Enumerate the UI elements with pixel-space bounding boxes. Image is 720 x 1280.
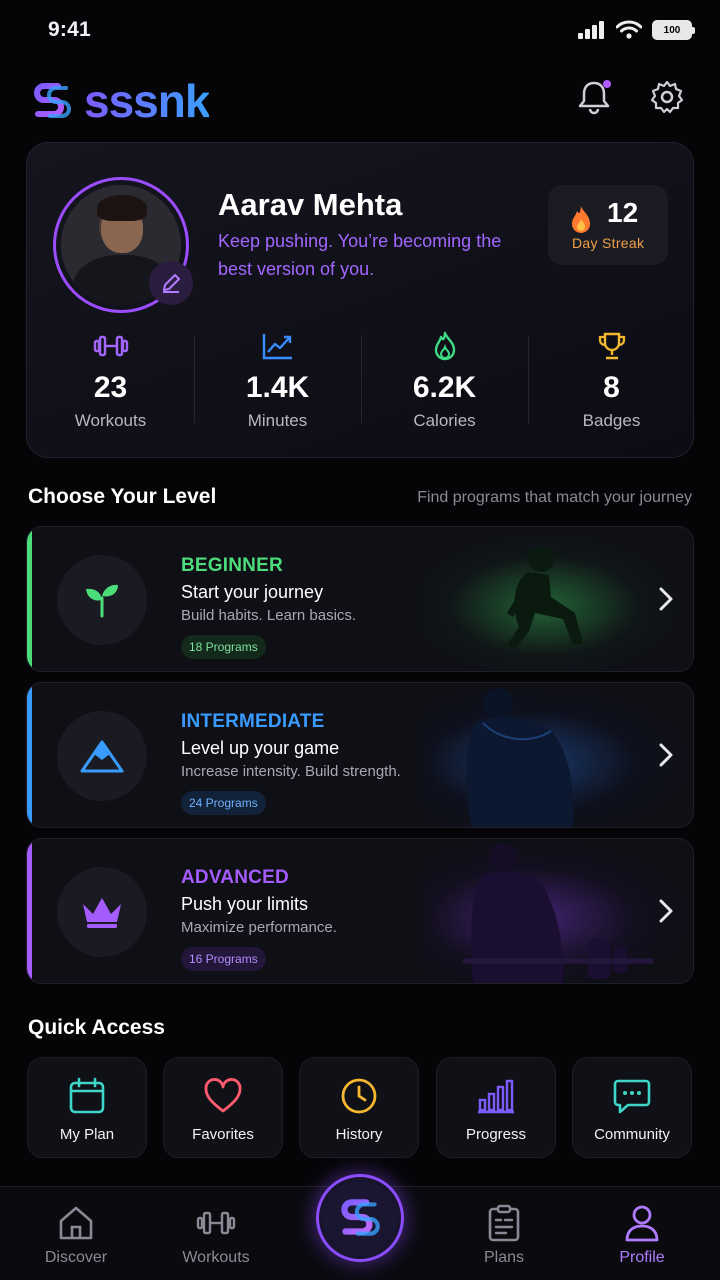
nav-item-workouts[interactable]: Workouts bbox=[156, 1187, 276, 1280]
flame-icon bbox=[572, 206, 590, 233]
stat-value: 6.2K bbox=[412, 371, 477, 404]
nav-label: Discover bbox=[44, 1249, 108, 1266]
battery-indicator: 100 bbox=[652, 20, 695, 40]
logo-text: sssnk bbox=[84, 75, 210, 127]
quick-access-label: Community bbox=[594, 1126, 670, 1143]
status-bar: 9:41 100 bbox=[0, 0, 720, 62]
nav-item-profile[interactable]: Profile bbox=[582, 1187, 702, 1280]
heart-icon bbox=[204, 1078, 242, 1113]
level-description: Maximize performance. bbox=[181, 919, 337, 936]
status-time: 9:41 bbox=[48, 18, 91, 41]
program-count-badge: 18 Programs bbox=[181, 635, 266, 659]
pencil-icon bbox=[163, 274, 180, 293]
athlete-silhouette bbox=[463, 843, 653, 983]
flame-icon bbox=[434, 331, 455, 361]
settings-button[interactable] bbox=[646, 76, 688, 118]
chat-icon bbox=[613, 1079, 651, 1114]
nav-label: Profile bbox=[619, 1249, 665, 1266]
quick-access-community[interactable]: Community bbox=[572, 1057, 692, 1158]
trophy-icon bbox=[598, 332, 625, 360]
profile-card: Aarav Mehta Keep pushing. You’re becomin… bbox=[26, 142, 694, 458]
mountain-icon bbox=[80, 740, 124, 773]
athlete-silhouette bbox=[507, 546, 583, 649]
sprout-icon bbox=[86, 584, 118, 618]
level-title: BEGINNER bbox=[181, 555, 283, 576]
stat-label: Badges bbox=[582, 411, 641, 430]
quick-access-my-plan[interactable]: My Plan bbox=[27, 1057, 147, 1158]
stat-label: Minutes bbox=[247, 411, 308, 430]
quick-access-label: Favorites bbox=[192, 1126, 254, 1143]
home-icon bbox=[59, 1206, 93, 1240]
stat-value: 23 bbox=[93, 371, 128, 404]
stat-badges: 8 Badges bbox=[528, 321, 695, 441]
streak-label: Day Streak bbox=[572, 235, 645, 251]
notification-dot bbox=[603, 80, 611, 88]
quick-access-title: Quick Access bbox=[28, 1016, 165, 1039]
clipboard-icon bbox=[488, 1204, 520, 1242]
stat-label: Calories bbox=[413, 411, 476, 430]
level-subtitle: Level up your game bbox=[181, 738, 340, 758]
quick-access-favorites[interactable]: Favorites bbox=[163, 1057, 283, 1158]
level-subtitle: Start your journey bbox=[181, 582, 324, 602]
center-action-button[interactable] bbox=[316, 1174, 404, 1262]
athlete-silhouette bbox=[466, 688, 574, 827]
level-description: Build habits. Learn basics. bbox=[181, 607, 357, 624]
stat-label: Workouts bbox=[74, 411, 147, 430]
stat-calories: 6.2K Calories bbox=[361, 321, 528, 441]
profile-name: Aarav Mehta bbox=[218, 187, 403, 222]
logo-mark-icon bbox=[34, 83, 71, 118]
level-icon-wrap bbox=[57, 711, 147, 801]
level-card-intermediate[interactable]: INTERMEDIATE Level up your game Increase… bbox=[26, 682, 694, 828]
user-icon bbox=[625, 1205, 659, 1242]
edit-avatar-button[interactable] bbox=[149, 261, 193, 305]
trend-chart-icon bbox=[262, 334, 292, 360]
nav-label: Workouts bbox=[182, 1249, 250, 1266]
status-icons: 100 bbox=[578, 20, 695, 40]
level-icon-wrap bbox=[57, 867, 147, 957]
streak-value: 12 bbox=[607, 197, 639, 228]
dumbbell-icon bbox=[196, 1211, 236, 1235]
nav-item-plans[interactable]: Plans bbox=[444, 1187, 564, 1280]
profile-subtitle: Keep pushing. You’re becoming the best v… bbox=[218, 231, 502, 279]
stat-minutes: 1.4K Minutes bbox=[194, 321, 361, 441]
wifi-icon bbox=[616, 20, 642, 39]
quick-access-label: My Plan bbox=[59, 1126, 115, 1143]
stat-workouts: 23 Workouts bbox=[27, 321, 194, 441]
gear-icon bbox=[650, 80, 684, 114]
level-card-advanced[interactable]: ADVANCED Push your limits Maximize perfo… bbox=[26, 838, 694, 984]
quick-access-history[interactable]: History bbox=[299, 1057, 419, 1158]
level-card-beginner[interactable]: BEGINNER Start your journey Build habits… bbox=[26, 526, 694, 672]
quick-access-label: History bbox=[335, 1126, 383, 1143]
quick-access-progress[interactable]: Progress bbox=[436, 1057, 556, 1158]
logo-mark-icon bbox=[341, 1199, 380, 1236]
level-subtitle: Push your limits bbox=[181, 894, 309, 914]
calendar-icon bbox=[69, 1077, 105, 1114]
crown-icon bbox=[83, 898, 121, 928]
chevron-right-icon bbox=[659, 743, 673, 767]
app-logo: sssnk bbox=[28, 74, 210, 128]
stat-value: 8 bbox=[603, 371, 620, 404]
stats-row: 23 Workouts 1.4K Minutes 6.2K Calories 8… bbox=[27, 321, 695, 441]
levels-section-title: Choose Your Level bbox=[28, 485, 217, 508]
nav-item-discover[interactable]: Discover bbox=[16, 1187, 136, 1280]
chevron-right-icon bbox=[659, 587, 673, 611]
bar-chart-icon bbox=[478, 1079, 514, 1114]
program-count-badge: 16 Programs bbox=[181, 947, 266, 971]
streak-badge: 12 Day Streak bbox=[548, 185, 668, 265]
levels-section-hint: Find programs that match your journey bbox=[417, 489, 692, 506]
notifications-button[interactable] bbox=[573, 76, 615, 118]
quick-access-label: Progress bbox=[465, 1126, 527, 1143]
level-description: Increase intensity. Build strength. bbox=[181, 763, 401, 780]
chevron-right-icon bbox=[659, 899, 673, 923]
signal-icon bbox=[578, 21, 604, 39]
level-title: ADVANCED bbox=[181, 867, 289, 888]
clock-icon bbox=[341, 1078, 377, 1114]
level-icon-wrap bbox=[57, 555, 147, 645]
stat-value: 1.4K bbox=[245, 371, 310, 404]
nav-label: Plans bbox=[483, 1249, 525, 1266]
dumbbell-icon bbox=[93, 335, 128, 357]
program-count-badge: 24 Programs bbox=[181, 791, 266, 815]
level-title: INTERMEDIATE bbox=[181, 711, 325, 732]
